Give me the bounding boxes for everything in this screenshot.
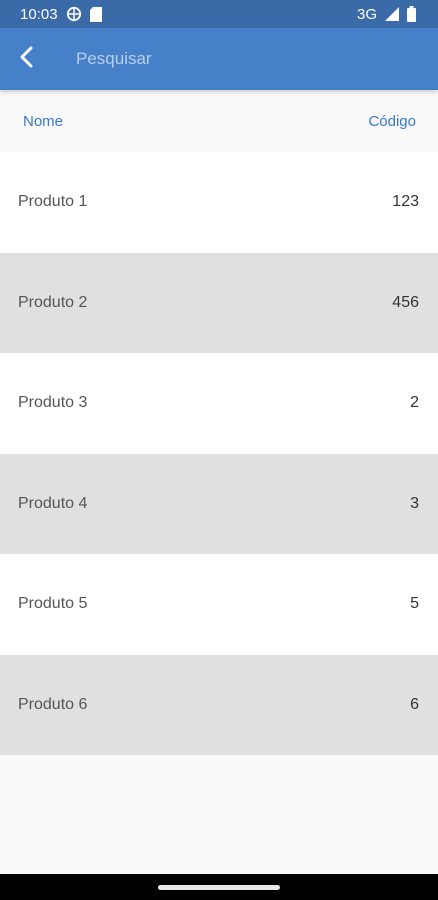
- sim-card-icon: [89, 6, 102, 22]
- column-header-name[interactable]: Nome: [23, 113, 63, 130]
- product-list: Produto 1 123 Produto 2 456 Produto 3 2 …: [0, 152, 438, 755]
- table-row[interactable]: Produto 1 123: [0, 152, 438, 253]
- product-name: Produto 3: [18, 394, 88, 412]
- signal-icon: [385, 7, 399, 21]
- table-row[interactable]: Produto 2 456: [0, 252, 438, 353]
- table-row[interactable]: Produto 6 6: [0, 654, 438, 755]
- navigation-bar: [0, 874, 438, 900]
- table-row[interactable]: Produto 5 5: [0, 554, 438, 655]
- globe-icon: [66, 6, 82, 22]
- column-header-code[interactable]: Código: [368, 113, 416, 130]
- product-name: Produto 6: [18, 695, 88, 713]
- status-time: 10:03: [20, 5, 58, 23]
- table-header: Nome Código: [0, 90, 438, 152]
- screen: 10:03 3G Pesquisar Nome Código Produto 1…: [0, 0, 438, 900]
- app-bar: [0, 28, 438, 90]
- status-bar: 10:03 3G: [0, 0, 438, 28]
- product-name: Produto 5: [18, 595, 88, 613]
- status-left: 10:03: [20, 6, 102, 23]
- product-code: 6: [410, 695, 419, 713]
- table-row[interactable]: Produto 4 3: [0, 453, 438, 554]
- product-name: Produto 1: [18, 193, 88, 211]
- product-code: 2: [410, 394, 419, 412]
- product-code: 456: [392, 293, 419, 311]
- network-type: 3G: [356, 5, 377, 23]
- back-button[interactable]: [0, 28, 54, 90]
- battery-icon: [407, 6, 416, 22]
- table-row[interactable]: Produto 3 2: [0, 353, 438, 454]
- search-input[interactable]: [76, 39, 422, 79]
- product-name: Produto 2: [18, 293, 88, 311]
- home-indicator[interactable]: [158, 884, 280, 890]
- chevron-left-icon: [19, 46, 35, 73]
- status-right: 3G: [357, 6, 416, 23]
- product-code: 123: [392, 193, 419, 211]
- product-code: 5: [410, 595, 419, 613]
- product-code: 3: [410, 494, 419, 512]
- product-name: Produto 4: [18, 494, 88, 512]
